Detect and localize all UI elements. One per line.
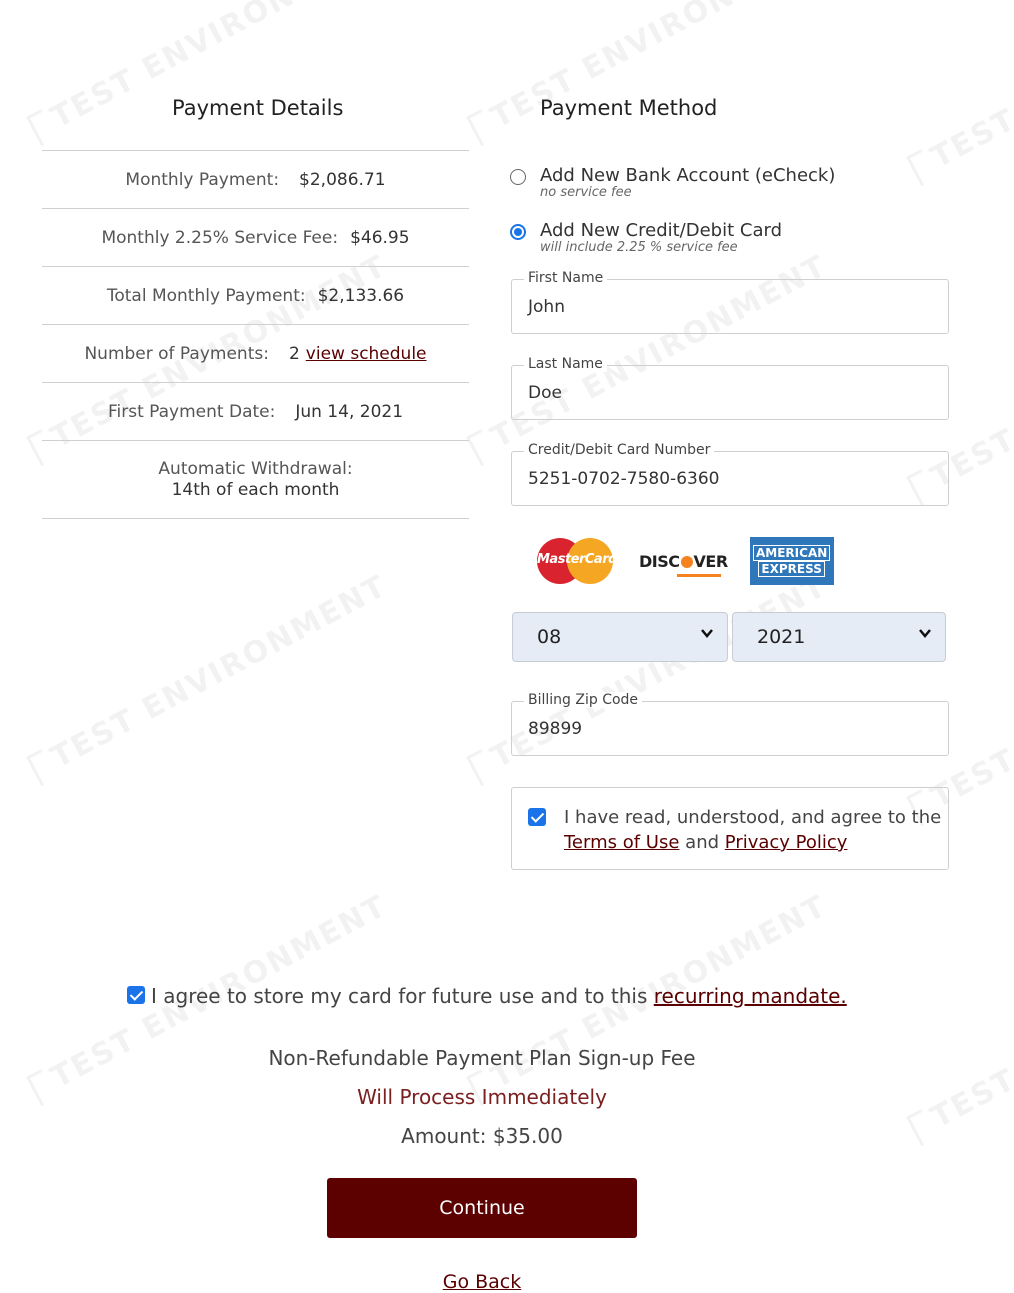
detail-label: Number of Payments: [84, 343, 269, 364]
detail-label: Total Monthly Payment: [106, 285, 306, 306]
field-label: Billing Zip Code [524, 692, 643, 708]
first-name-field[interactable]: First Name John [511, 270, 949, 334]
store-card-checkbox[interactable] [127, 986, 145, 1004]
radio-bank-account[interactable] [510, 169, 526, 185]
recurring-mandate-link[interactable]: recurring mandate. [654, 984, 847, 1008]
fee-process-note: Will Process Immediately [357, 1085, 607, 1109]
store-card-consent: I agree to store my card for future use … [127, 984, 847, 1008]
terms-text: I have read, understood, and agree to th… [564, 807, 942, 853]
expiry-month-select[interactable]: 08 [512, 612, 728, 662]
detail-label: First Payment Date: [107, 401, 276, 422]
field-value: 89899 [528, 719, 583, 739]
option-sublabel: no service fee [540, 185, 632, 200]
detail-label: Automatic Withdrawal: [158, 458, 353, 479]
radio-credit-card[interactable] [510, 224, 526, 240]
detail-value: $46.95 [350, 227, 410, 248]
selected-month: 08 [537, 626, 562, 648]
terms-checkbox[interactable] [528, 808, 546, 826]
watermark: TEST ENVIRONMENT [25, 0, 393, 146]
fee-amount: Amount: $35.00 [401, 1124, 563, 1148]
chevron-down-icon [919, 629, 931, 638]
detail-label: Monthly Payment: [125, 169, 280, 190]
detail-row-total-monthly: Total Monthly Payment: $2,133.66 [42, 266, 469, 324]
mastercard-logo: MasterCard [537, 536, 617, 586]
field-value: John [528, 297, 565, 317]
watermark: TEST ENVIRONMENT [905, 0, 1014, 186]
field-value: 5251-0702-7580-6360 [528, 469, 720, 489]
detail-value: 14th of each month [171, 479, 340, 500]
continue-button[interactable]: Continue [327, 1178, 637, 1238]
chevron-down-icon [701, 629, 713, 638]
view-schedule-link[interactable]: view schedule [306, 344, 427, 364]
payment-details-table: Monthly Payment: $2,086.71 Monthly 2.25%… [42, 150, 469, 519]
option-sublabel: will include 2.25 % service fee [540, 240, 738, 255]
fee-title: Non-Refundable Payment Plan Sign-up Fee [268, 1046, 696, 1070]
terms-agreement-box: I have read, understood, and agree to th… [511, 787, 949, 870]
go-back-link[interactable]: Go Back [0, 1271, 964, 1293]
watermark: TEST ENVIRONMENT [465, 0, 833, 146]
option-bank-account[interactable]: Add New Bank Account (eCheck) no service… [510, 166, 835, 200]
option-credit-card[interactable]: Add New Credit/Debit Card will include 2… [510, 221, 782, 255]
expiry-year-select[interactable]: 2021 [732, 612, 946, 662]
payment-details-title: Payment Details [172, 96, 344, 120]
zip-code-field[interactable]: Billing Zip Code 89899 [511, 692, 949, 756]
detail-row-number-of-payments: Number of Payments: 2 view schedule [42, 324, 469, 382]
card-number-field[interactable]: Credit/Debit Card Number 5251-0702-7580-… [511, 442, 949, 506]
detail-row-service-fee: Monthly 2.25% Service Fee: $46.95 [42, 208, 469, 266]
detail-value: $2,086.71 [299, 169, 386, 190]
watermark: TEST ENVIRONMENT [25, 569, 393, 787]
payment-method-title: Payment Method [540, 96, 718, 120]
terms-of-use-link[interactable]: Terms of Use [564, 832, 679, 853]
selected-year: 2021 [757, 626, 806, 648]
field-label: First Name [524, 270, 608, 286]
amex-logo: AMERICAN EXPRESS [749, 537, 834, 585]
field-value: Doe [528, 383, 562, 403]
field-label: Credit/Debit Card Number [524, 442, 715, 458]
detail-value: Jun 14, 2021 [295, 401, 404, 422]
option-label: Add New Bank Account (eCheck) [540, 165, 836, 186]
discover-logo: DISC VER [639, 552, 728, 577]
detail-row-monthly-payment: Monthly Payment: $2,086.71 [42, 150, 469, 208]
detail-label: Monthly 2.25% Service Fee: [101, 227, 339, 248]
watermark: TEST ENVIRONMENT [905, 929, 1014, 1147]
store-card-text: I agree to store my card for future use … [151, 984, 648, 1008]
detail-row-first-payment-date: First Payment Date: Jun 14, 2021 [42, 382, 469, 440]
detail-value: 2 [288, 343, 300, 364]
detail-value: $2,133.66 [317, 285, 405, 306]
card-logos: MasterCard DISC VER AMERICAN EXPRESS [537, 536, 834, 586]
privacy-policy-link[interactable]: Privacy Policy [725, 832, 848, 853]
option-label: Add New Credit/Debit Card [540, 220, 782, 241]
field-label: Last Name [524, 356, 607, 372]
detail-row-automatic-withdrawal: Automatic Withdrawal: 14th of each month [42, 440, 469, 519]
last-name-field[interactable]: Last Name Doe [511, 356, 949, 420]
